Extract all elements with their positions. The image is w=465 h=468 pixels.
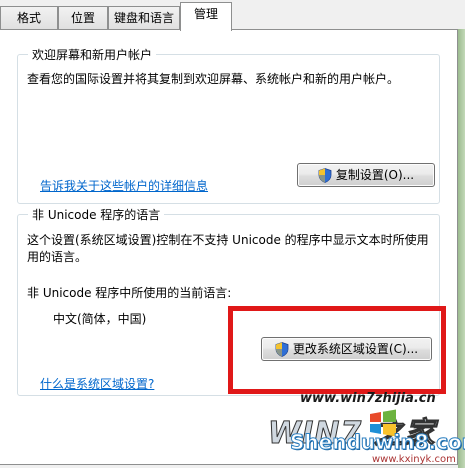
current-language-value: 中文(简体，中国) [53,312,147,326]
copy-settings-label: 复制设置(O)... [335,168,415,182]
non-unicode-description-line1: 这个设置(系统区域设置)控制在不支持 Unicode 的程序中显示文本时所使用 [27,233,429,247]
tab-panel: 欢迎屏幕和新用户帐户 查看您的国际设置并将其复制到欢迎屏幕、系统帐户和新的用户帐… [0,29,458,465]
tab-administrative-label: 管理 [193,7,218,21]
tab-location-label: 位置 [70,11,95,25]
tab-administrative[interactable]: 管理 [180,2,232,31]
tab-keyboard-language-label: 键盘和语言 [113,11,174,25]
current-language-label: 非 Unicode 程序中所使用的当前语言: [27,286,232,300]
uac-shield-icon [318,167,332,183]
copy-settings-button[interactable]: 复制设置(O)... [297,163,435,187]
tab-keyboard-language[interactable]: 键盘和语言 [108,6,180,29]
highlight-box [228,306,446,394]
account-details-link[interactable]: 告诉我关于这些帐户的详细信息 [40,177,208,194]
welcome-description: 查看您的国际设置并将其复制到欢迎屏幕、系统帐户和新的用户帐户。 [27,72,400,86]
window-edge [458,29,465,468]
non-unicode-description-line2: 用的语言。 [27,250,88,264]
what-is-system-locale-link[interactable]: 什么是系统区域设置? [40,375,154,392]
tab-format-label: 格式 [16,11,41,25]
tab-bar: 格式 位置 键盘和语言 管理 [0,0,465,31]
tab-format[interactable]: 格式 [0,6,58,29]
tab-location[interactable]: 位置 [58,6,108,29]
non-unicode-group-title: 非 Unicode 程序的语言 [28,206,165,223]
welcome-group-title: 欢迎屏幕和新用户帐户 [28,46,157,63]
